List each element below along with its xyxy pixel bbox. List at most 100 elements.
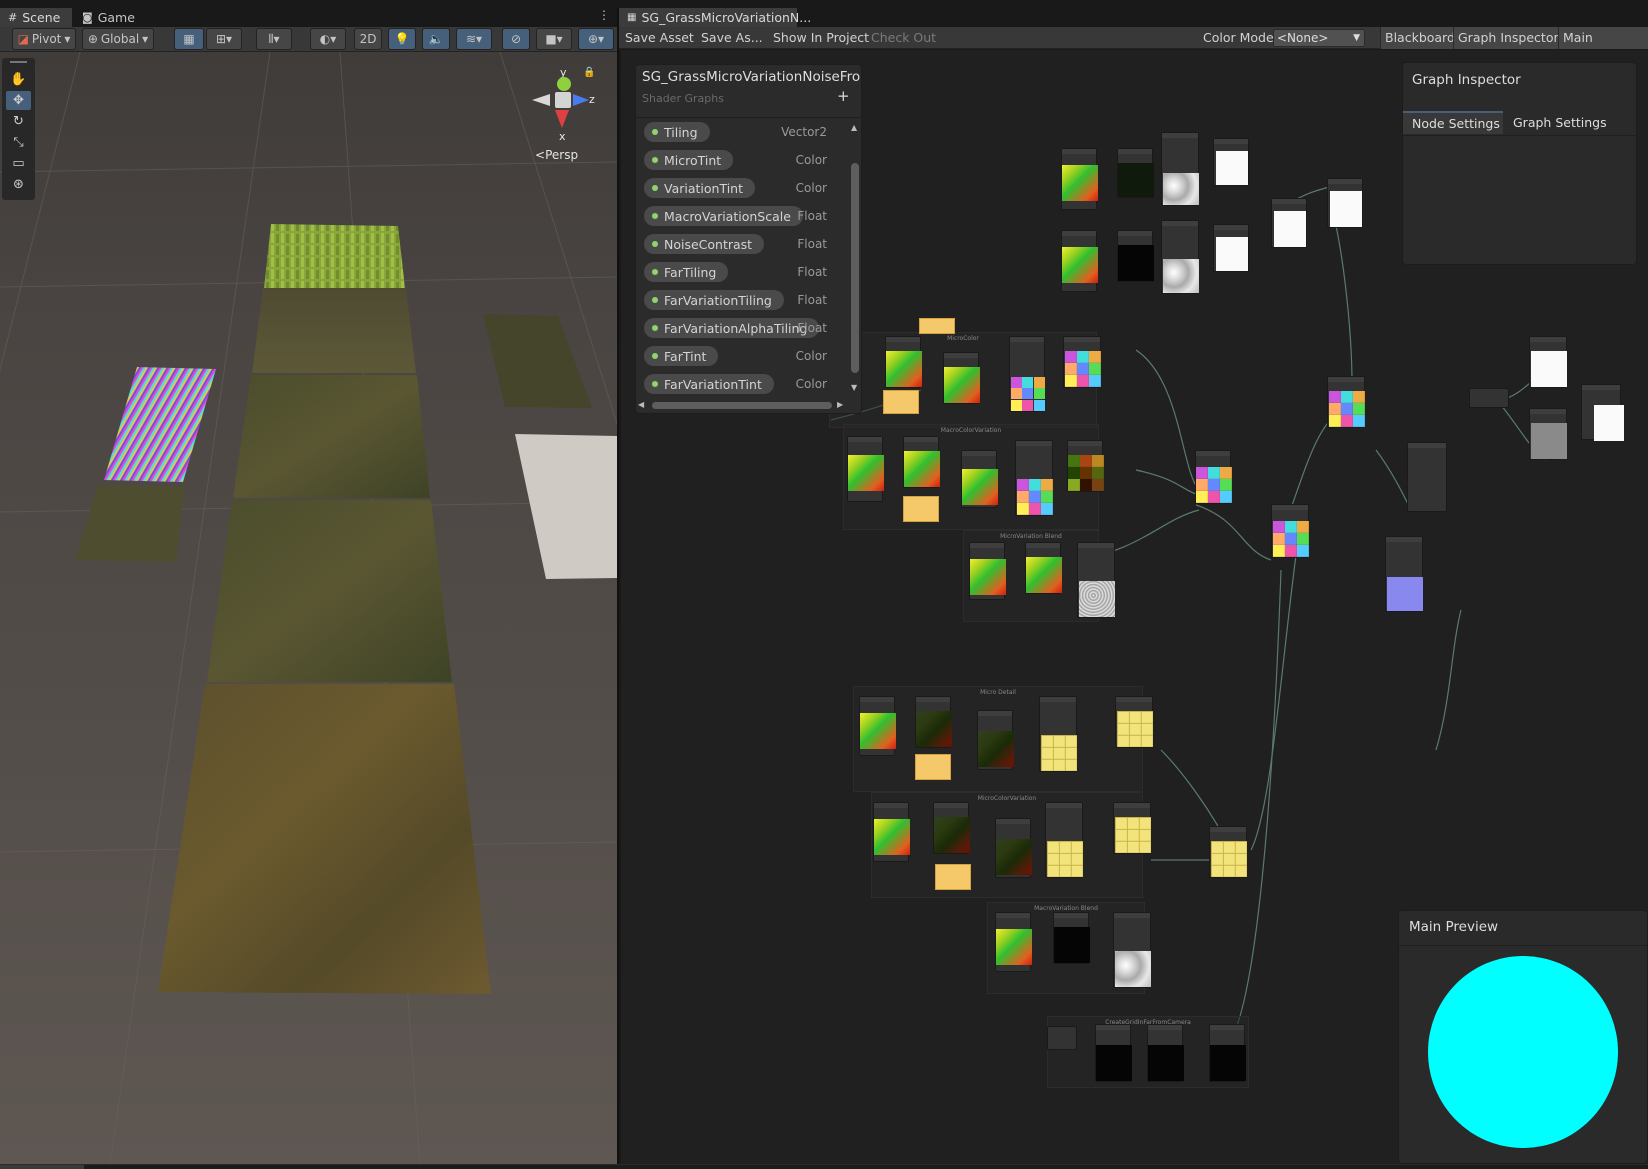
node-sat-2[interactable] — [1213, 224, 1249, 272]
grid-toggle-button[interactable]: ⫴▾ — [256, 28, 292, 50]
node-mcv2-sat[interactable] — [995, 818, 1032, 878]
rect-tool-icon[interactable]: ▭ — [6, 154, 31, 173]
scroll-right-icon[interactable]: ▶ — [837, 400, 843, 409]
property-pill[interactable]: FarVariationTiling — [644, 290, 784, 310]
projection-toggle[interactable]: <Persp — [535, 148, 578, 162]
grid-snap-button[interactable]: ▦ — [174, 28, 204, 50]
grass-plane-2[interactable] — [233, 375, 430, 498]
camera-button[interactable]: ■▾ — [536, 28, 572, 50]
node-property-ref[interactable] — [1469, 388, 1509, 408]
node-mcv2-tiling[interactable] — [933, 802, 970, 854]
audio-button[interactable]: 🔈 — [422, 28, 450, 50]
gizmo-z-cone[interactable] — [573, 94, 589, 106]
tab-node-settings[interactable]: Node Settings — [1403, 111, 1503, 134]
property-row[interactable]: FarVariationTiling Float — [644, 290, 849, 310]
save-as-button[interactable]: Save As... — [697, 27, 767, 49]
tab-graph-settings[interactable]: Graph Settings — [1504, 111, 1614, 134]
property-row[interactable]: FarTint Color — [644, 346, 849, 366]
node-tiling-offset-2[interactable] — [1117, 230, 1154, 282]
node-grid-2[interactable] — [1147, 1024, 1184, 1082]
horizontal-scrollbar[interactable]: ◀ ▶ — [638, 399, 847, 411]
property-pill[interactable]: MicroTint — [644, 150, 734, 170]
rotate-tool-icon[interactable]: ↻ — [6, 112, 31, 131]
node-mc-sample[interactable] — [1009, 336, 1045, 412]
grass-tile-plane[interactable] — [264, 224, 405, 288]
node-sample-texture-2[interactable] — [1161, 220, 1199, 294]
node-lerp-2[interactable] — [1327, 376, 1365, 428]
effects-button[interactable]: ≋▾ — [456, 28, 492, 50]
node-mcv-sat[interactable] — [961, 450, 998, 508]
property-pill[interactable]: Tiling — [644, 122, 710, 142]
increment-snap-button[interactable]: ⊞▾ — [206, 28, 242, 50]
transform-tool-icon[interactable]: ⊛ — [6, 175, 31, 194]
property-row[interactable]: NoiseContrast Float — [644, 234, 849, 254]
lighting-button[interactable]: 💡 — [388, 28, 416, 50]
node-mavb-sample[interactable] — [1113, 912, 1151, 988]
node-mcv2-uv[interactable] — [873, 802, 910, 862]
property-row[interactable]: FarVariationTint Color — [644, 374, 849, 394]
hand-tool-icon[interactable]: ✋ — [6, 70, 31, 89]
grass-plane-3[interactable] — [207, 500, 452, 682]
property-pill[interactable]: FarTint — [644, 346, 719, 366]
space-dropdown[interactable]: ⊕ Global ▾ — [82, 28, 154, 50]
node-md-sat[interactable] — [977, 710, 1014, 770]
sticky-note-2[interactable] — [883, 390, 919, 414]
property-row[interactable]: MacroVariationScale Float — [644, 206, 849, 226]
node-add-1[interactable] — [1327, 178, 1363, 228]
vertical-scrollbar[interactable]: ▲ ▼ — [849, 123, 861, 395]
gizmo-x-cone[interactable] — [555, 110, 569, 128]
node-mc-tiling[interactable] — [943, 352, 980, 404]
gizmos-button[interactable]: ⊕▾ — [578, 28, 614, 50]
property-pill[interactable]: FarTiling — [644, 262, 729, 282]
pivot-dropdown[interactable]: ◪ Pivot ▾ — [12, 28, 76, 50]
node-master-split[interactable] — [1407, 442, 1447, 512]
draw-mode-button[interactable]: ◐▾ — [310, 28, 346, 50]
property-row[interactable]: Tiling Vector2 — [644, 122, 849, 142]
scroll-up-icon[interactable]: ▲ — [851, 123, 857, 132]
node-grid-3[interactable] — [1209, 1024, 1246, 1082]
node-lerp-yellow[interactable] — [1209, 826, 1247, 878]
graph-inspector-toggle[interactable]: Graph Inspector — [1453, 27, 1563, 49]
orientation-gizmo[interactable]: y z x 🔒 — [527, 64, 597, 156]
node-mvb-tiling[interactable] — [1025, 542, 1062, 594]
property-row[interactable]: VariationTint Color — [644, 178, 849, 198]
node-grid-1[interactable] — [1095, 1024, 1132, 1082]
scroll-left-icon[interactable]: ◀ — [638, 400, 644, 409]
scene-tab-menu-icon[interactable]: ⋮ — [598, 8, 610, 22]
add-property-button[interactable]: + — [837, 87, 850, 105]
vertical-scroll-thumb[interactable] — [851, 163, 859, 373]
node-grid-input[interactable] — [1047, 1026, 1077, 1050]
node-tiling-offset[interactable] — [1117, 148, 1154, 198]
property-pill[interactable]: FarVariationTint — [644, 374, 774, 394]
node-sat-1[interactable] — [1213, 138, 1249, 186]
property-pill[interactable]: MacroVariationScale — [644, 206, 803, 226]
color-mode-dropdown[interactable]: <None> ▼ — [1273, 29, 1365, 47]
node-mcv-tiling[interactable] — [903, 436, 940, 488]
node-mcv-sample[interactable] — [1015, 440, 1053, 516]
property-row[interactable]: FarTiling Float — [644, 262, 849, 282]
scroll-down-icon[interactable]: ▼ — [851, 383, 857, 392]
node-right-3[interactable] — [1581, 384, 1624, 441]
node-md-tiling[interactable] — [915, 696, 952, 748]
node-mvb-sample[interactable] — [1077, 542, 1115, 618]
scene-view[interactable]: y z x 🔒 <Persp — [0, 52, 617, 1164]
node-md-sample[interactable] — [1039, 696, 1077, 772]
node-right-2[interactable] — [1529, 408, 1567, 460]
node-mvb-uv[interactable] — [969, 542, 1006, 600]
property-pill[interactable]: FarVariationAlphaTiling — [644, 318, 820, 338]
gizmo-center-cube[interactable] — [555, 92, 571, 108]
property-row[interactable]: FarVariationAlphaTiling Float — [644, 318, 849, 338]
tab-game[interactable]: ◙ Game — [74, 8, 144, 27]
sticky-note-3[interactable] — [903, 496, 939, 522]
property-row[interactable]: MicroTint Color — [644, 150, 849, 170]
sticky-note-1[interactable] — [919, 318, 955, 334]
tab-scene[interactable]: # Scene — [0, 8, 72, 27]
node-mavb-tiling[interactable] — [1053, 912, 1090, 964]
grass-plane-1[interactable] — [252, 288, 416, 373]
drag-handle[interactable] — [10, 61, 27, 63]
toggle-2d-button[interactable]: 2D — [354, 28, 382, 50]
save-asset-button[interactable]: Save Asset — [621, 27, 698, 49]
property-pill[interactable]: VariationTint — [644, 178, 756, 198]
lock-icon[interactable]: 🔒 — [583, 67, 595, 78]
node-md-multiply[interactable] — [1115, 696, 1153, 748]
